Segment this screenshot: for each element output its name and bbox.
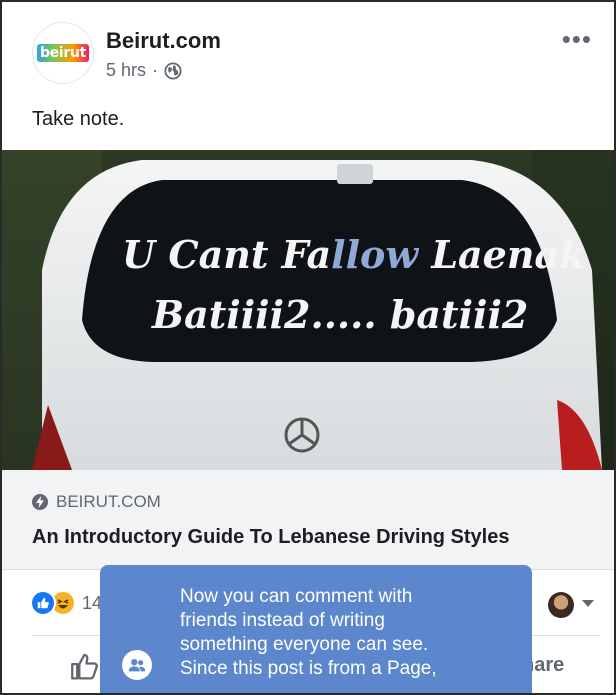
- post-meta: 5 hrs ·: [106, 60, 182, 81]
- link-preview[interactable]: BEIRUT.COM An Introductory Guide To Leba…: [2, 470, 614, 570]
- page-logo: beirut: [36, 44, 90, 62]
- tooltip-message: Now you can comment with friends instead…: [180, 585, 520, 681]
- meta-separator: ·: [152, 60, 159, 80]
- link-domain-text: BEIRUT.COM: [56, 492, 161, 511]
- window-text-line2: Batiiii2..... batiii2: [151, 292, 528, 337]
- link-domain: BEIRUT.COM: [32, 492, 161, 512]
- group-icon: [122, 650, 152, 680]
- link-title[interactable]: An Introductory Guide To Lebanese Drivin…: [32, 526, 509, 549]
- like-button[interactable]: [68, 650, 102, 684]
- globe-icon: [164, 61, 182, 80]
- instant-article-bolt-icon: [32, 494, 48, 510]
- more-options-icon[interactable]: •••: [562, 26, 592, 52]
- post-card: beirut Beirut.com 5 hrs · ••• Take note.: [0, 0, 616, 695]
- reaction-summary[interactable]: 14: [30, 590, 102, 616]
- post-image[interactable]: U Cant Fallow Laenak Batiiii2..... batii…: [2, 150, 614, 470]
- post-header: beirut Beirut.com 5 hrs · •••: [2, 2, 614, 102]
- tooltip-line: Since this post is from a Page,: [180, 658, 437, 679]
- tooltip-line: friends instead of writing: [180, 610, 385, 631]
- post-caption: Take note.: [32, 108, 125, 130]
- post-time[interactable]: 5 hrs: [106, 60, 146, 81]
- page-avatar[interactable]: beirut: [32, 22, 94, 84]
- like-reaction-icon: [30, 590, 56, 616]
- comment-with-friends-tooltip[interactable]: Now you can comment with friends instead…: [100, 565, 532, 693]
- window-text-line1: U Cant Fallow Laenak: [122, 232, 585, 277]
- tooltip-line: something everyone can see.: [180, 634, 429, 655]
- viewer-avatar[interactable]: [548, 592, 574, 618]
- tooltip-line: Now you can comment with: [180, 586, 413, 607]
- caret-down-icon[interactable]: [582, 600, 594, 607]
- page-name[interactable]: Beirut.com: [106, 28, 221, 54]
